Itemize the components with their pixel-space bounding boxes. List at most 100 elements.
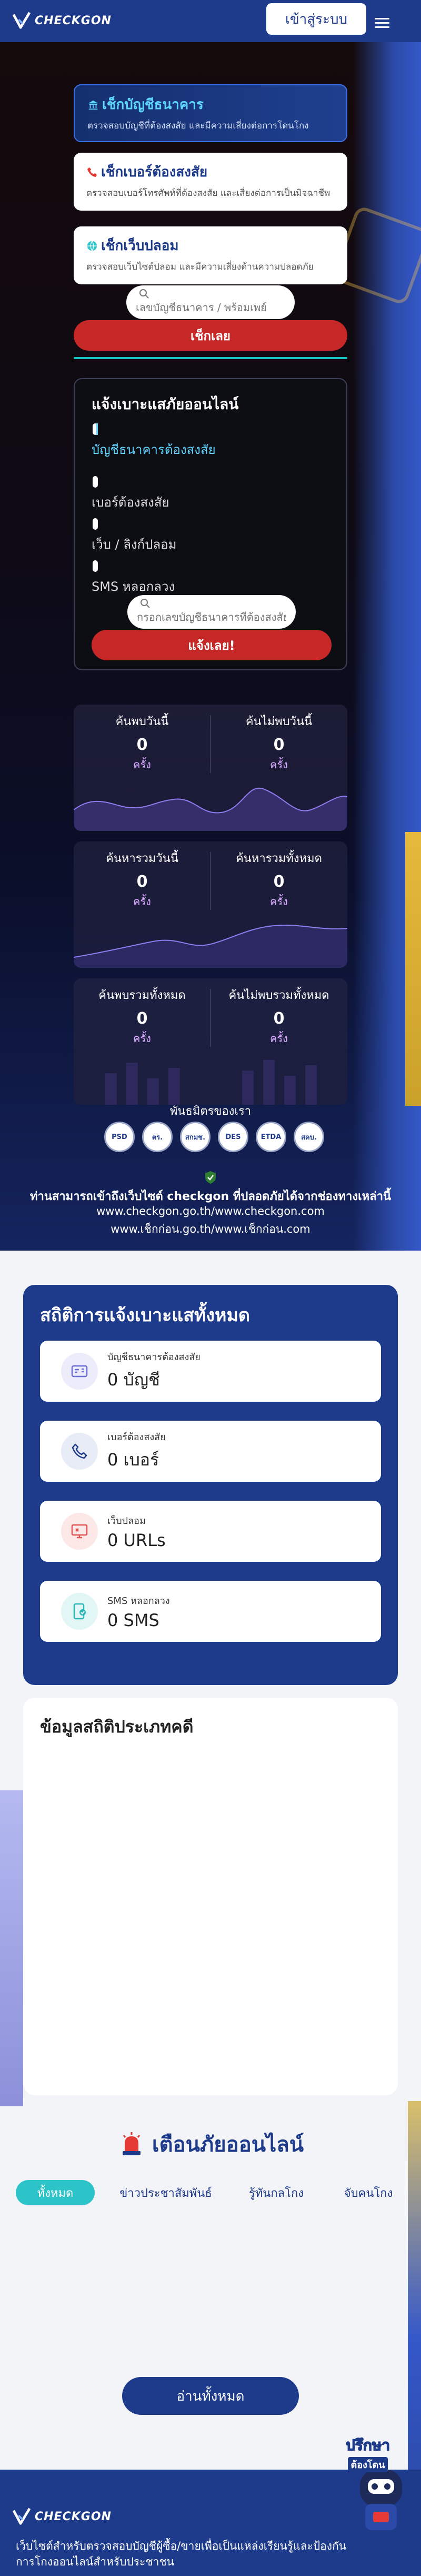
stat-panel-today: ค้นพบวันนี้ 0 ครั้ง ค้นไม่พบวันนี้ 0 ครั… bbox=[74, 705, 347, 831]
stat-card-sms: SMS หลอกลวง 0 SMS bbox=[40, 1581, 381, 1642]
stat-card-label: เบอร์ต้องสงสัย bbox=[107, 1432, 166, 1443]
read-all-button[interactable]: อ่านทั้งหมด bbox=[122, 2377, 299, 2415]
stat-label: ค้นหารวมวันนี้ bbox=[106, 852, 178, 865]
checkgon-logo-icon bbox=[12, 2508, 31, 2525]
stat-panel-found-total: ค้นพบรวมทั้งหมด 0 ครั้ง ค้นไม่พบรวมทั้งห… bbox=[74, 978, 347, 1105]
site-header: CHECKGON เข้าสู่ระบบ bbox=[0, 0, 421, 42]
side-decoration bbox=[0, 1790, 23, 2106]
tab-title: เช็กบัญชีธนาคาร bbox=[102, 97, 204, 113]
shield-check-icon bbox=[205, 1171, 216, 1184]
stat-card-label: บัญชีธนาคารต้องสงสัย bbox=[107, 1352, 201, 1363]
tab-check-web[interactable]: เช็กเว็บปลอม ตรวจสอบเว็บไซต์ปลอม และมีคว… bbox=[74, 226, 347, 284]
globe-icon bbox=[87, 240, 97, 252]
stat-value: 0 bbox=[273, 873, 285, 891]
stat-label: ค้นพบวันนี้ bbox=[115, 715, 169, 728]
tab-description: ตรวจสอบบัญชีที่ต้องสงสัย และมีความเสี่ยง… bbox=[87, 121, 309, 131]
check-now-button[interactable]: เช็กเลย bbox=[74, 320, 347, 351]
tab-catch-scammers[interactable]: จับคนโกง bbox=[332, 2180, 405, 2205]
wave-chart-decoration bbox=[74, 924, 347, 968]
tab-description: ตรวจสอบเว็บไซต์ปลอม และมีความเสี่ยงด้านค… bbox=[86, 262, 314, 272]
report-option-bank[interactable]: บัญชีธนาคารต้องสงสัย bbox=[92, 422, 216, 460]
tab-check-bank[interactable]: เช็กบัญชีธนาคาร ตรวจสอบบัญชีที่ต้องสงสัย… bbox=[74, 84, 347, 142]
stat-card-label: เว็บปลอม bbox=[107, 1515, 146, 1527]
partner-logos: PSD ตร. สกมช. DES ETDA สคบ. bbox=[104, 1122, 324, 1152]
partner-logo[interactable]: สกมช. bbox=[180, 1122, 210, 1152]
report-now-button[interactable]: แจ้งเลย! bbox=[92, 630, 332, 660]
stat-label: ค้นหารวมทั้งหมด bbox=[236, 852, 322, 865]
radio-marker-icon bbox=[93, 423, 98, 435]
stat-card-value: 0 บัญชี bbox=[107, 1370, 160, 1390]
phone-icon bbox=[87, 167, 97, 177]
radio-marker-icon bbox=[93, 518, 98, 530]
search-input[interactable] bbox=[136, 301, 285, 314]
logo[interactable]: CHECKGON bbox=[12, 11, 112, 31]
search-icon bbox=[141, 599, 150, 608]
hero-side-stripe bbox=[405, 832, 421, 1106]
stat-card-value: 0 SMS bbox=[107, 1610, 159, 1630]
stat-card-value: 0 URLs bbox=[107, 1530, 166, 1550]
partner-logo[interactable]: สคบ. bbox=[294, 1122, 324, 1152]
report-stats-section: สถิติการแจ้งเบาะแสทั้งหมด บัญชีธนาคารต้อ… bbox=[23, 1285, 398, 1685]
stat-panel-search-total: ค้นหารวมวันนี้ 0 ครั้ง ค้นหารวมทั้งหมด 0… bbox=[74, 841, 347, 968]
stat-label: ค้นไม่พบรวมทั้งหมด bbox=[228, 989, 329, 1002]
stat-card-value: 0 เบอร์ bbox=[107, 1450, 159, 1470]
bank-card-icon bbox=[61, 1353, 98, 1390]
stat-unit: ครั้ง bbox=[270, 758, 288, 771]
stat-value: 0 bbox=[136, 873, 148, 891]
section-title: สถิติการแจ้งเบาะแสทั้งหมด bbox=[40, 1305, 250, 1326]
safe-url-link[interactable]: www.checkgon.go.th/www.checkgon.com bbox=[0, 1205, 421, 1217]
stat-label: ค้นไม่พบวันนี้ bbox=[245, 715, 313, 728]
tab-check-phone[interactable]: เช็กเบอร์ต้องสงสัย ตรวจสอบเบอร์โทรศัพท์ท… bbox=[74, 153, 347, 211]
safe-url-link[interactable]: www.เช็กก่อน.go.th/www.เช็กก่อน.com bbox=[0, 1221, 421, 1238]
alert-filter-tabs: ทั้งหมด ข่าวประชาสัมพันธ์ รู้ทันกลโกง จั… bbox=[16, 2180, 421, 2206]
search-input-wrapper bbox=[126, 285, 295, 319]
section-title: ข้อมูลสถิติประเภทคดี bbox=[40, 1717, 194, 1737]
alerts-header: เตือนภัยออนไลน์ bbox=[0, 2127, 421, 2161]
search-icon bbox=[139, 289, 149, 299]
stat-unit: ครั้ง bbox=[270, 895, 288, 908]
stat-card-bank: บัญชีธนาคารต้องสงสัย 0 บัญชี bbox=[40, 1341, 381, 1402]
radio-marker-icon bbox=[93, 476, 98, 488]
report-input[interactable] bbox=[137, 611, 286, 623]
tab-description: ตรวจสอบเบอร์โทรศัพท์ที่ต้องสงสัย และเสี่… bbox=[86, 188, 330, 199]
footer-description: เว็บไซต์สำหรับตรวจสอบบัญชีผู้ซื้อ/ขายเพื… bbox=[16, 2540, 347, 2568]
report-option-sms[interactable]: SMS หลอกลวง bbox=[92, 559, 175, 597]
safe-access-notice: ท่านสามารถเข้าถึงเว็บไซต์ checkgon ที่ปล… bbox=[29, 1190, 392, 1203]
bar-chart-decoration bbox=[105, 1060, 317, 1105]
stat-value: 0 bbox=[273, 736, 285, 754]
partners-title: พันธมิตรของเรา bbox=[169, 1105, 252, 1118]
report-option-phone[interactable]: เบอร์ต้องสงสัย bbox=[92, 475, 169, 512]
siren-icon bbox=[122, 2132, 141, 2155]
stat-card-label: SMS หลอกลวง bbox=[107, 1595, 170, 1607]
logo-text: CHECKGON bbox=[35, 14, 112, 27]
stat-card-web: เว็บปลอม 0 URLs bbox=[40, 1501, 381, 1562]
case-category-section: ข้อมูลสถิติประเภทคดี bbox=[23, 1698, 398, 2095]
partner-logo[interactable]: PSD bbox=[104, 1122, 135, 1152]
login-button[interactable]: เข้าสู่ระบบ bbox=[266, 3, 366, 35]
report-card: แจ้งเบาะแสภัยออนไลน์ บัญชีธนาคารต้องสงสั… bbox=[74, 378, 347, 670]
mascot-label[interactable]: ปรึกษา ต้องโดน bbox=[339, 2434, 397, 2472]
tab-know-scams[interactable]: รู้ทันกลโกง bbox=[237, 2180, 316, 2205]
sms-icon bbox=[61, 1593, 98, 1630]
hero-section: เช็กบัญชีธนาคาร ตรวจสอบบัญชีที่ต้องสงสัย… bbox=[0, 42, 421, 1251]
stat-unit: ครั้ง bbox=[133, 1032, 151, 1045]
hamburger-menu-icon[interactable] bbox=[375, 18, 389, 29]
checkgon-logo-icon bbox=[12, 12, 31, 29]
partner-logo[interactable]: DES bbox=[218, 1122, 248, 1152]
stat-unit: ครั้ง bbox=[133, 895, 151, 908]
tab-all[interactable]: ทั้งหมด bbox=[16, 2180, 95, 2205]
footer-logo[interactable]: CHECKGON bbox=[12, 2506, 112, 2527]
stat-value: 0 bbox=[136, 736, 148, 754]
wave-chart-decoration bbox=[74, 787, 347, 831]
tab-title: เช็กเว็บปลอม bbox=[101, 238, 179, 254]
partner-logo[interactable]: ETDA bbox=[256, 1122, 286, 1152]
stat-label: ค้นพบรวมทั้งหมด bbox=[98, 989, 186, 1002]
report-title: แจ้งเบาะแสภัยออนไลน์ bbox=[92, 395, 239, 413]
report-option-web[interactable]: เว็บ / ลิงก์ปลอม bbox=[92, 517, 176, 554]
tab-press-release[interactable]: ข่าวประชาสัมพันธ์ bbox=[113, 2180, 218, 2205]
partner-logo[interactable]: ตร. bbox=[142, 1122, 173, 1152]
stat-value: 0 bbox=[273, 1009, 285, 1028]
stat-unit: ครั้ง bbox=[133, 758, 151, 771]
report-input-wrapper bbox=[127, 595, 296, 629]
radio-marker-icon bbox=[93, 560, 98, 572]
